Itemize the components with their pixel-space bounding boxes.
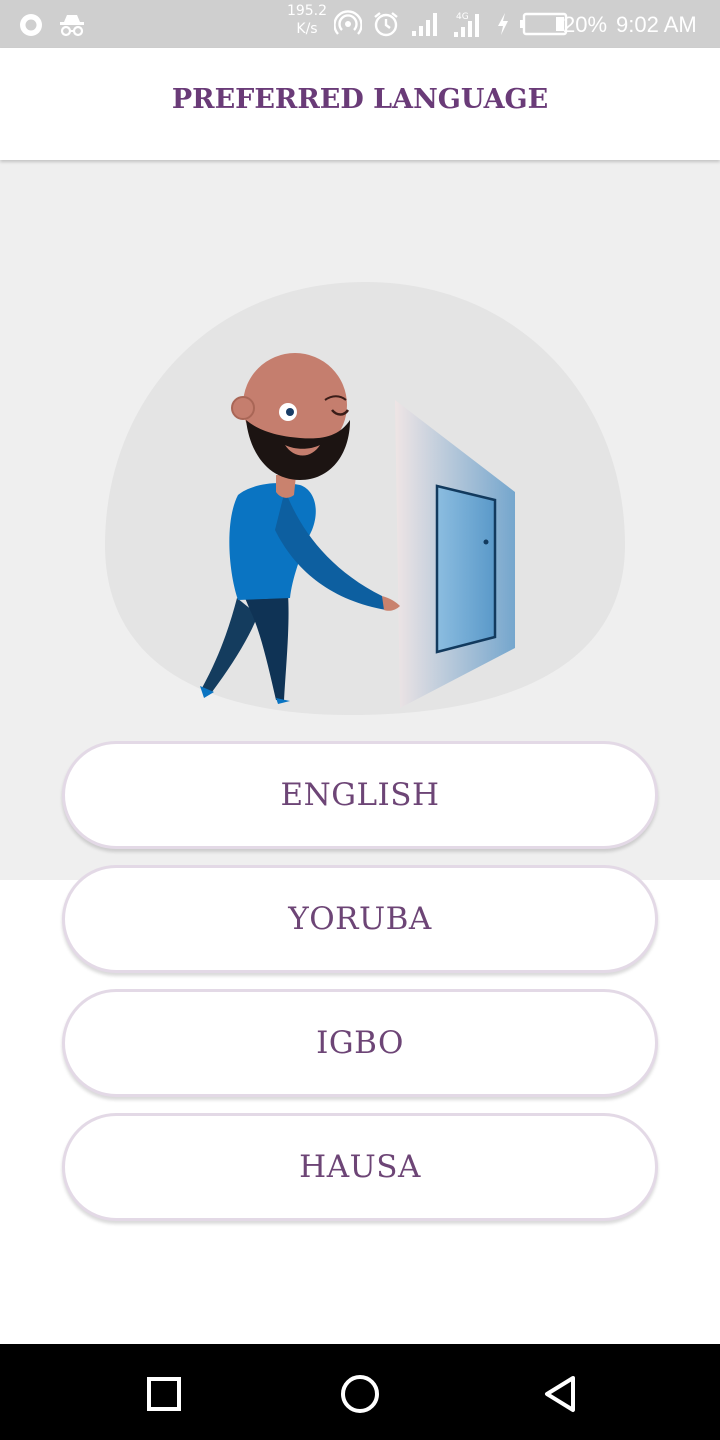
hotspot-icon	[333, 10, 363, 42]
back-icon[interactable]	[536, 1370, 584, 1418]
svg-text:4G: 4G	[456, 12, 469, 22]
signal-icon	[410, 11, 442, 41]
clock: 9:02 AM	[616, 12, 697, 37]
language-button-hausa[interactable]: HAUSA	[62, 1113, 658, 1221]
home-icon[interactable]	[336, 1370, 384, 1418]
language-label: HAUSA	[299, 1149, 421, 1185]
language-button-english[interactable]: ENGLISH	[62, 741, 658, 849]
language-label: ENGLISH	[280, 777, 440, 813]
incognito-icon	[58, 12, 86, 42]
language-label: IGBO	[316, 1025, 404, 1061]
battery-icon	[520, 11, 568, 41]
status-bar: 195.2 K/s 4G 20% 9:02 AM	[0, 0, 720, 48]
man-entering-door-illustration	[105, 282, 625, 715]
language-button-yoruba[interactable]: YORUBA	[62, 865, 658, 973]
alarm-icon	[372, 10, 400, 42]
network-speed: 195.2 K/s	[286, 3, 328, 37]
signal-4g-icon: 4G	[452, 10, 486, 42]
system-nav-bar	[0, 1344, 720, 1440]
page-title: PREFERRED LANGUAGE	[171, 84, 549, 115]
charging-icon	[496, 11, 510, 41]
language-button-igbo[interactable]: IGBO	[62, 989, 658, 1097]
language-label: YORUBA	[288, 901, 432, 937]
recents-icon[interactable]	[140, 1370, 188, 1418]
app-header: PREFERRED LANGUAGE	[0, 48, 720, 160]
battery-percent: 20%	[563, 12, 608, 37]
record-icon	[18, 12, 44, 42]
